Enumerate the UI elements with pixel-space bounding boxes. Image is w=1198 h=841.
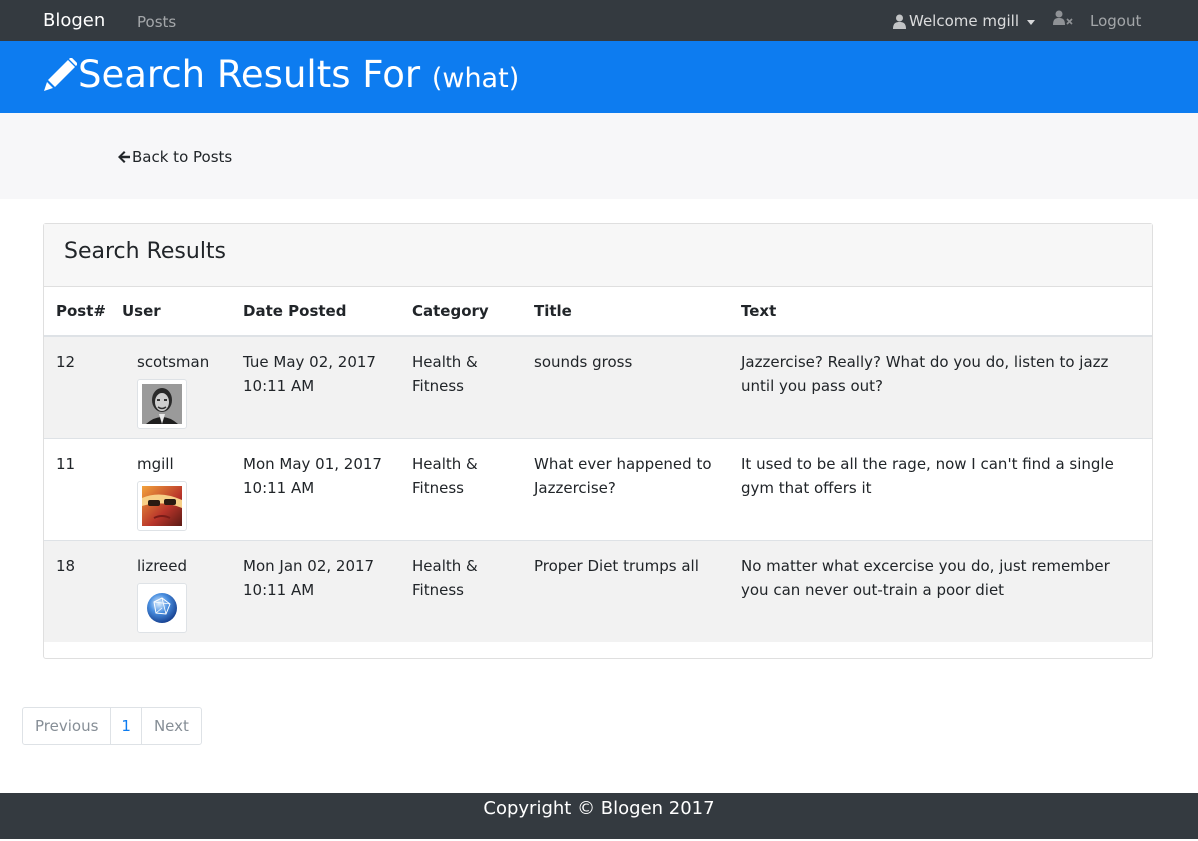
column-header-text: Text: [729, 287, 1152, 337]
card-header: Search Results: [44, 224, 1152, 287]
avatar: [137, 480, 187, 531]
post-text: It used to be all the rage, now I can't …: [729, 437, 1152, 540]
column-header-post: Post#: [44, 287, 110, 337]
card-title: Search Results: [64, 239, 227, 264]
avatar: [137, 582, 187, 633]
back-link-label: Back to Posts: [132, 148, 233, 166]
username: scotsman: [137, 353, 210, 371]
avatar: [137, 379, 187, 429]
page-header: Search Results For (what): [0, 41, 1198, 113]
copyright-text: Copyright © Blogen 2017: [483, 798, 715, 819]
globe-avatar-icon: [142, 587, 182, 628]
date-posted-cell: Tue May 02, 2017 10:11 AM: [231, 335, 400, 438]
photo-avatar-icon: [142, 485, 182, 526]
date-posted-cell: Mon May 01, 2017 10:11 AM: [231, 437, 400, 540]
post-number: 18: [44, 539, 110, 642]
username: mgill: [137, 454, 174, 473]
date-posted: Mon Jan 02, 2017: [243, 556, 375, 575]
brand-link[interactable]: Blogen: [43, 10, 105, 31]
page-title-text: Search Results For: [78, 53, 421, 96]
pencil-icon: [44, 58, 77, 91]
chevron-down-icon: [1027, 19, 1036, 25]
previous-page-button[interactable]: Previous: [22, 707, 112, 745]
date-posted: Tue May 02, 2017: [243, 353, 376, 371]
time-posted: 10:11 AM: [243, 580, 315, 599]
logout-link[interactable]: Logout: [1090, 12, 1141, 30]
user-cell: scotsman: [110, 335, 231, 438]
user-cell: mgill: [110, 437, 231, 540]
category: Health & Fitness: [400, 437, 522, 540]
post-text: Jazzercise? Really? What do you do, list…: [729, 335, 1152, 438]
category: Health & Fitness: [400, 539, 522, 642]
post-title: What ever happened to Jazzercise?: [522, 437, 729, 540]
post-title: sounds gross: [522, 335, 729, 438]
action-band: Back to Posts: [0, 113, 1198, 199]
portrait-avatar-icon: [142, 384, 182, 424]
user-remove-icon[interactable]: [1053, 10, 1073, 27]
user-dropdown[interactable]: Welcome mgill: [893, 12, 1036, 30]
post-number: 12: [44, 335, 110, 438]
user-icon: [893, 14, 906, 29]
time-posted: 10:11 AM: [243, 377, 315, 395]
search-results-card: Search Results Post# User Date Posted Ca…: [43, 223, 1153, 659]
column-header-title: Title: [522, 287, 729, 337]
column-header-date: Date Posted: [231, 287, 400, 337]
top-navbar: Blogen Posts Welcome mgill Logout: [0, 0, 1198, 41]
username: lizreed: [137, 556, 188, 575]
category: Health & Fitness: [400, 335, 522, 438]
results-table: Post# User Date Posted Category Title Te…: [44, 287, 1152, 642]
date-posted: Mon May 01, 2017: [243, 454, 382, 473]
next-page-button[interactable]: Next: [140, 707, 202, 745]
welcome-label: Welcome mgill: [909, 12, 1020, 30]
post-title: Proper Diet trumps all: [522, 539, 729, 642]
column-header-category: Category: [400, 287, 522, 337]
page-1-button[interactable]: 1: [110, 707, 142, 745]
post-text: No matter what excercise you do, just re…: [729, 539, 1152, 642]
nav-posts-link[interactable]: Posts: [137, 13, 176, 31]
table-row[interactable]: 18 lizreed Mon Jan 02, 2017 10:11 AM Hea…: [44, 539, 1152, 642]
post-number: 11: [44, 437, 110, 540]
footer: Copyright © Blogen 2017: [0, 793, 1198, 839]
page-title: Search Results For (what): [78, 53, 519, 96]
arrow-left-icon: [118, 151, 130, 163]
table-row[interactable]: 11 mgill Mon May 01, 2017 10:11 AM Healt…: [44, 437, 1152, 540]
back-to-posts-link[interactable]: Back to Posts: [117, 148, 232, 166]
pagination: Previous 1 Next: [22, 707, 202, 745]
date-posted-cell: Mon Jan 02, 2017 10:11 AM: [231, 539, 400, 642]
time-posted: 10:11 AM: [243, 478, 315, 497]
user-cell: lizreed: [110, 539, 231, 642]
column-header-user: User: [110, 287, 231, 337]
table-row[interactable]: 12 scotsman Tue May 02, 2017 10:11 AM He…: [44, 335, 1152, 438]
search-query: (what): [431, 63, 520, 94]
table-header-row: Post# User Date Posted Category Title Te…: [44, 287, 1152, 337]
